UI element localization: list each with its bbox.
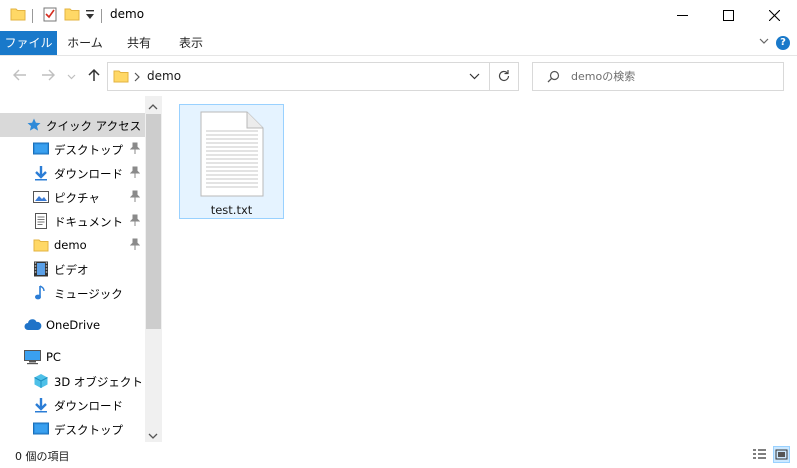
folder-icon: [33, 237, 49, 256]
details-view-icon[interactable]: [751, 446, 768, 463]
large-icons-view-icon[interactable]: [773, 446, 790, 463]
navigation-pane-scrollbar[interactable]: [145, 96, 162, 442]
nav-label: デスクトップ: [54, 143, 123, 157]
nav-item-pc[interactable]: PC: [0, 345, 145, 369]
nav-label: ダウンロード: [54, 399, 123, 413]
pin-icon[interactable]: [129, 214, 141, 229]
nav-item-demo[interactable]: demo: [0, 233, 145, 257]
folder-icon: [10, 6, 26, 25]
nav-item-3d-objects[interactable]: 3D オブジェクト: [0, 369, 145, 393]
search-icon: [547, 70, 560, 86]
maximize-icon: [722, 10, 734, 21]
pin-icon[interactable]: [129, 238, 141, 253]
nav-item-videos[interactable]: ビデオ: [0, 257, 145, 281]
tab-share[interactable]: 共有: [114, 31, 164, 55]
maximize-button[interactable]: [705, 0, 751, 31]
search-input[interactable]: [571, 68, 771, 85]
quick-access-toolbar-dropdown-icon[interactable]: [85, 9, 95, 24]
nav-label: 3D オブジェクト: [54, 375, 143, 389]
nav-label: ドキュメント: [54, 215, 123, 229]
star-icon: [26, 117, 42, 136]
nav-label: ミュージック: [54, 287, 123, 301]
nav-item-quick-access[interactable]: クイック アクセス: [0, 113, 145, 137]
item-count: 0 個の項目: [15, 450, 70, 463]
file-item-test-txt[interactable]: test.txt: [179, 104, 284, 219]
nav-label: ダウンロード: [54, 167, 123, 181]
nav-item-desktop[interactable]: デスクトップ: [0, 137, 145, 161]
address-dropdown-chevron-icon[interactable]: [469, 71, 480, 85]
separator: [101, 9, 102, 23]
computer-icon: [24, 349, 41, 368]
forward-arrow-icon[interactable]: [40, 67, 56, 86]
status-bar: 0 個の項目: [0, 442, 797, 468]
scroll-down-arrow-icon[interactable]: [148, 429, 158, 442]
expand-ribbon-chevron-icon[interactable]: [758, 35, 770, 50]
documents-icon: [33, 213, 49, 232]
download-arrow-icon: [33, 397, 49, 416]
title-bar: demo: [0, 0, 797, 31]
music-note-icon: [33, 285, 49, 304]
close-icon: [768, 10, 780, 21]
pin-icon[interactable]: [129, 142, 141, 157]
cloud-icon: [24, 317, 42, 336]
tab-home[interactable]: ホーム: [60, 31, 110, 55]
minimize-icon: [676, 15, 688, 16]
folder-icon: [113, 68, 129, 87]
desktop-icon: [33, 141, 49, 160]
recent-locations-chevron-icon[interactable]: [67, 70, 76, 84]
pictures-icon: [33, 189, 49, 208]
nav-label: demo: [54, 238, 87, 252]
close-button[interactable]: [751, 0, 797, 31]
ribbon-tabs: ファイル ホーム 共有 表示 ?: [0, 31, 797, 56]
pin-icon[interactable]: [129, 166, 141, 181]
breadcrumb-demo[interactable]: demo: [147, 69, 181, 83]
file-name: test.txt: [210, 203, 253, 217]
tab-view[interactable]: 表示: [166, 31, 216, 55]
nav-label: OneDrive: [46, 318, 101, 332]
back-arrow-icon[interactable]: [12, 67, 28, 86]
separator: [32, 9, 33, 23]
window-title: demo: [110, 7, 145, 21]
navigation-bar: demo: [0, 56, 797, 96]
nav-item-pictures[interactable]: ピクチャ: [0, 185, 145, 209]
nav-item-pc-downloads[interactable]: ダウンロード: [0, 393, 145, 417]
film-icon: [33, 261, 49, 280]
address-bar[interactable]: demo: [107, 62, 519, 91]
help-icon[interactable]: ?: [776, 36, 790, 50]
cube-icon: [33, 373, 49, 392]
desktop-icon: [33, 421, 49, 440]
nav-label: クイック アクセス: [46, 119, 142, 133]
download-arrow-icon: [33, 165, 49, 184]
breadcrumb-chevron-icon[interactable]: [133, 71, 141, 85]
nav-label: デスクトップ: [54, 423, 123, 437]
search-box[interactable]: [532, 62, 784, 91]
nav-item-downloads[interactable]: ダウンロード: [0, 161, 145, 185]
scrollbar-thumb[interactable]: [146, 114, 161, 329]
properties-icon[interactable]: [42, 6, 58, 25]
pin-icon[interactable]: [129, 190, 141, 205]
nav-item-documents[interactable]: ドキュメント: [0, 209, 145, 233]
up-arrow-icon[interactable]: [86, 67, 102, 86]
nav-item-pc-desktop[interactable]: デスクトップ: [0, 417, 145, 441]
nav-label: ピクチャ: [54, 191, 100, 205]
scroll-up-arrow-icon[interactable]: [148, 100, 158, 114]
separator: [489, 63, 490, 90]
nav-label: PC: [46, 350, 61, 364]
minimize-button[interactable]: [659, 0, 705, 31]
nav-item-music[interactable]: ミュージック: [0, 281, 145, 305]
new-folder-icon[interactable]: [64, 6, 80, 25]
navigation-pane: クイック アクセス デスクトップ ダウンロード ピクチャ ドキュメント demo…: [0, 96, 162, 442]
nav-label: ビデオ: [54, 263, 89, 277]
refresh-icon[interactable]: [497, 69, 511, 86]
tab-file[interactable]: ファイル: [0, 31, 57, 55]
text-file-icon: [200, 111, 264, 200]
nav-item-onedrive[interactable]: OneDrive: [0, 313, 145, 337]
